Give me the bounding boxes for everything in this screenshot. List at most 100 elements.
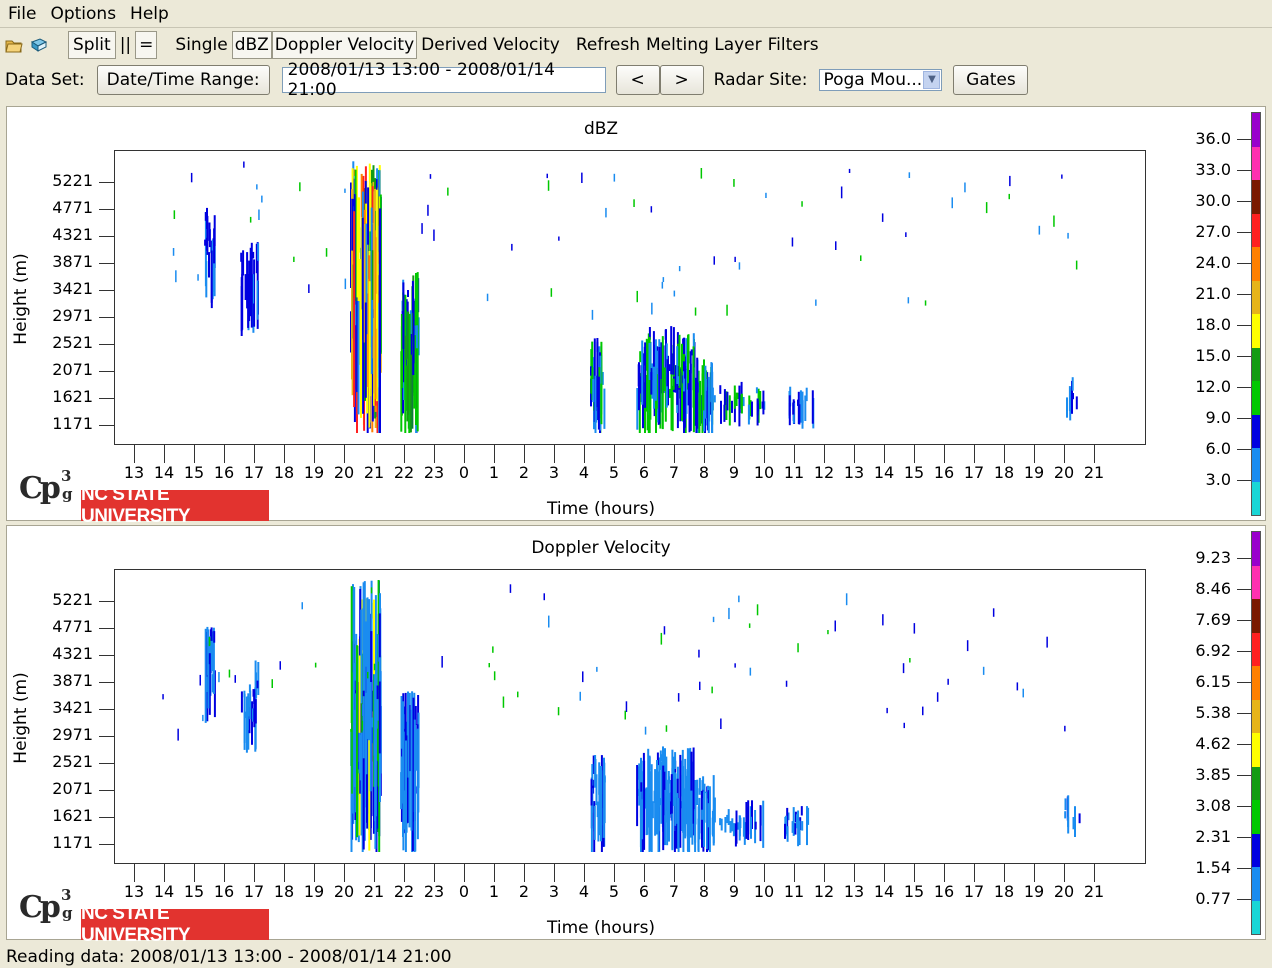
y-tick-label: 2971 bbox=[52, 306, 93, 325]
x-tick-label: 16 bbox=[933, 882, 955, 901]
x-tick-mark bbox=[974, 864, 975, 882]
colorbar-tick bbox=[1237, 620, 1251, 621]
x-tick-mark bbox=[884, 864, 885, 882]
colorbar-segment bbox=[1252, 867, 1260, 901]
refresh-button[interactable]: Refresh bbox=[576, 35, 640, 55]
x-tick-label: 21 bbox=[363, 463, 385, 482]
x-tick-mark bbox=[644, 445, 645, 463]
radar-image bbox=[134, 161, 1096, 433]
melting-layer-button[interactable]: Melting Layer bbox=[646, 35, 762, 55]
split-button[interactable]: Split bbox=[68, 31, 116, 59]
dataset-label: Data Set: bbox=[5, 70, 85, 90]
gates-button[interactable]: Gates bbox=[953, 65, 1029, 95]
x-tick-mark bbox=[554, 864, 555, 882]
x-tick-mark bbox=[224, 864, 225, 882]
x-tick-mark bbox=[584, 864, 585, 882]
colorbar-tick bbox=[1237, 139, 1251, 140]
x-tick-label: 22 bbox=[393, 463, 415, 482]
menu-help[interactable]: Help bbox=[126, 4, 173, 24]
x-tick-mark bbox=[1034, 445, 1035, 463]
y-axis-label: Height (m) bbox=[11, 672, 31, 764]
colorbar-label: 21.0 bbox=[1195, 284, 1231, 303]
colorbar-label: 4.62 bbox=[1195, 734, 1231, 753]
colorbar-segment bbox=[1252, 532, 1260, 566]
colorbar-label: 12.0 bbox=[1195, 377, 1231, 396]
colorbar-label: 33.0 bbox=[1195, 160, 1231, 179]
filters-button[interactable]: Filters bbox=[768, 35, 819, 55]
x-tick-label: 6 bbox=[638, 882, 650, 901]
x-tick-mark bbox=[704, 864, 705, 882]
x-tick-mark bbox=[524, 864, 525, 882]
x-tick-mark bbox=[404, 445, 405, 463]
x-tick-label: 14 bbox=[873, 463, 895, 482]
x-tick-mark bbox=[524, 445, 525, 463]
vertical-split-button[interactable]: || bbox=[120, 35, 131, 55]
toolbar: Split || = Single dBZ Doppler Velocity D… bbox=[0, 30, 1272, 60]
x-tick-mark bbox=[374, 445, 375, 463]
ncsu-logo: NC STATE UNIVERSITY bbox=[81, 903, 269, 946]
x-tick-mark bbox=[134, 864, 135, 882]
x-tick-label: 10 bbox=[753, 882, 775, 901]
radar-image bbox=[134, 580, 1096, 852]
x-tick-label: 8 bbox=[698, 463, 710, 482]
colorbar-tick bbox=[1237, 558, 1251, 559]
colorbar-tick bbox=[1237, 480, 1251, 481]
date-time-range-field[interactable]: 2008/01/13 13:00 - 2008/01/14 21:00 bbox=[281, 60, 606, 100]
y-tick-label: 3421 bbox=[52, 698, 93, 717]
colorbar-tick bbox=[1237, 387, 1251, 388]
next-button[interactable]: > bbox=[659, 65, 704, 95]
x-tick-label: 12 bbox=[813, 463, 835, 482]
previous-button[interactable]: < bbox=[615, 65, 660, 95]
y-tick-mark bbox=[99, 628, 114, 629]
x-tick-label: 0 bbox=[458, 463, 470, 482]
colorbar-tick bbox=[1237, 651, 1251, 652]
colorbar-segment bbox=[1252, 666, 1260, 700]
y-tick-label: 4321 bbox=[52, 225, 93, 244]
horizontal-split-button[interactable]: = bbox=[135, 31, 158, 59]
y-tick-label: 4321 bbox=[52, 644, 93, 663]
cp3-logo-superscript: 3 bbox=[61, 467, 72, 485]
y-tick-label: 2071 bbox=[52, 360, 93, 379]
x-tick-mark bbox=[584, 445, 585, 463]
doppler-velocity-button[interactable]: Doppler Velocity bbox=[271, 31, 418, 59]
dbz-button[interactable]: dBZ bbox=[231, 31, 272, 59]
derived-velocity-button[interactable]: Derived Velocity bbox=[421, 35, 560, 55]
x-tick-mark bbox=[884, 445, 885, 463]
x-tick-label: 18 bbox=[993, 882, 1015, 901]
x-tick-mark bbox=[1094, 445, 1095, 463]
x-tick-mark bbox=[554, 445, 555, 463]
open-book-icon[interactable] bbox=[30, 36, 48, 54]
x-tick-mark bbox=[254, 864, 255, 882]
colorbar-segment bbox=[1252, 733, 1260, 767]
colorbar-segment bbox=[1252, 565, 1260, 599]
x-tick-label: 15 bbox=[183, 463, 205, 482]
x-tick-mark bbox=[794, 445, 795, 463]
x-tick-mark bbox=[434, 445, 435, 463]
plot-frame bbox=[114, 569, 1146, 864]
y-tick-mark bbox=[99, 763, 114, 764]
y-tick-label: 1171 bbox=[52, 414, 93, 433]
x-tick-label: 0 bbox=[458, 882, 470, 901]
x-tick-mark bbox=[284, 445, 285, 463]
x-tick-label: 17 bbox=[963, 882, 985, 901]
x-tick-label: 19 bbox=[1023, 463, 1045, 482]
colorbar-label: 9.0 bbox=[1205, 408, 1231, 427]
y-tick-label: 4771 bbox=[52, 198, 93, 217]
x-tick-label: 20 bbox=[333, 463, 355, 482]
x-tick-mark bbox=[734, 445, 735, 463]
radar-site-select[interactable]: Poga Mou... ▼ bbox=[819, 69, 943, 91]
x-tick-label: 14 bbox=[153, 882, 175, 901]
y-tick-label: 3871 bbox=[52, 252, 93, 271]
x-tick-label: 2 bbox=[518, 882, 530, 901]
menu-options[interactable]: Options bbox=[46, 4, 120, 24]
chevron-down-icon[interactable]: ▼ bbox=[923, 71, 941, 89]
colorbar-segment bbox=[1252, 113, 1260, 147]
date-time-range-button[interactable]: Date/Time Range: bbox=[96, 65, 270, 95]
menu-file[interactable]: File bbox=[4, 4, 40, 24]
cp3-logo: Cp 3 g bbox=[19, 886, 89, 934]
y-tick-mark bbox=[99, 317, 114, 318]
y-tick-mark bbox=[99, 844, 114, 845]
colorbar-tick bbox=[1237, 806, 1251, 807]
open-folder-icon[interactable] bbox=[5, 36, 23, 54]
single-button[interactable]: Single bbox=[175, 35, 227, 55]
